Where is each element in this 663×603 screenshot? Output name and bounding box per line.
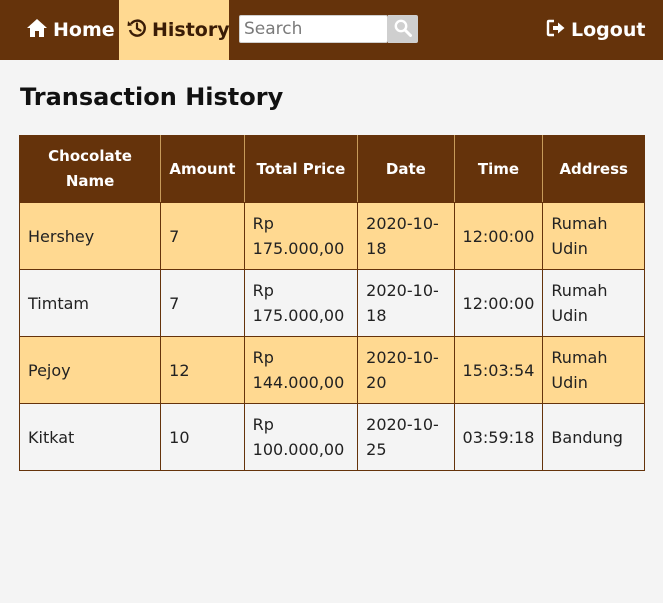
cell-date: 2020-10-18	[357, 269, 455, 337]
nav-logout-link[interactable]: Logout	[546, 0, 645, 60]
search-icon	[394, 19, 412, 40]
cell-address: Bandung	[542, 403, 645, 471]
transaction-table: Chocolate Name Amount Total Price Date T…	[18, 135, 645, 471]
page-title: Transaction History	[20, 83, 284, 111]
header-chocolate-name: Chocolate Name	[18, 135, 162, 203]
cell-total-price: Rp 175.000,00	[243, 202, 359, 270]
header-total-price: Total Price	[243, 135, 359, 203]
cell-total-price: Rp 100.000,00	[243, 403, 359, 471]
nav-history-link[interactable]: History	[119, 0, 230, 60]
cell-date: 2020-10-20	[357, 336, 455, 404]
header-amount: Amount	[160, 135, 245, 203]
table-row: Timtam 7 Rp 175.000,00 2020-10-18 12:00:…	[18, 269, 645, 337]
cell-amount: 7	[160, 269, 245, 337]
cell-time: 12:00:00	[453, 202, 544, 270]
table-row: Pejoy 12 Rp 144.000,00 2020-10-20 15:03:…	[18, 336, 645, 404]
table-row: Kitkat 10 Rp 100.000,00 2020-10-25 03:59…	[18, 403, 645, 471]
cell-address: Rumah Udin	[542, 269, 645, 337]
history-icon	[127, 18, 152, 43]
cell-chocolate-name: Hershey	[18, 202, 162, 270]
cell-total-price: Rp 175.000,00	[243, 269, 359, 337]
cell-chocolate-name: Kitkat	[18, 403, 162, 471]
nav-home-link[interactable]: Home	[26, 0, 115, 60]
cell-time: 15:03:54	[453, 336, 544, 404]
cell-chocolate-name: Pejoy	[18, 336, 162, 404]
nav-history-label: History	[152, 19, 230, 41]
cell-time: 03:59:18	[453, 403, 544, 471]
header-date: Date	[357, 135, 455, 203]
cell-total-price: Rp 144.000,00	[243, 336, 359, 404]
header-time: Time	[453, 135, 544, 203]
cell-amount: 12	[160, 336, 245, 404]
table-row: Hershey 7 Rp 175.000,00 2020-10-18 12:00…	[18, 202, 645, 270]
cell-address: Rumah Udin	[542, 202, 645, 270]
search-input[interactable]	[239, 15, 388, 43]
nav-logout-label: Logout	[571, 19, 646, 41]
cell-time: 12:00:00	[453, 269, 544, 337]
cell-address: Rumah Udin	[542, 336, 645, 404]
header-address: Address	[542, 135, 645, 203]
cell-chocolate-name: Timtam	[18, 269, 162, 337]
cell-date: 2020-10-18	[357, 202, 455, 270]
cell-date: 2020-10-25	[357, 403, 455, 471]
cell-amount: 10	[160, 403, 245, 471]
search-button[interactable]	[388, 15, 418, 43]
table-header-row: Chocolate Name Amount Total Price Date T…	[18, 135, 645, 203]
nav-home-label: Home	[53, 19, 115, 41]
logout-icon	[546, 19, 571, 42]
cell-amount: 7	[160, 202, 245, 270]
navbar: Home History Logout	[0, 0, 663, 60]
home-icon	[26, 18, 53, 43]
